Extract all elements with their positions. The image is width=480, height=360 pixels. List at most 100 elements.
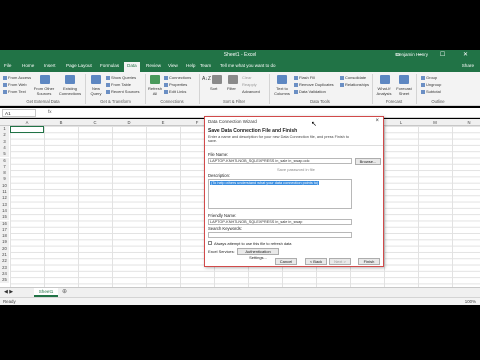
group-label-forecast: Forecast bbox=[385, 99, 403, 104]
consolidate-icon bbox=[340, 76, 344, 80]
tab-formulas[interactable]: Formulas bbox=[100, 63, 119, 68]
data-validation-button[interactable]: Data Validation bbox=[294, 89, 326, 94]
finish-button[interactable]: Finish bbox=[358, 258, 380, 265]
what-if-icon bbox=[380, 75, 390, 84]
refresh-all-button[interactable]: Refresh All bbox=[147, 86, 163, 96]
tab-help[interactable]: Help bbox=[186, 63, 195, 68]
row-header[interactable]: 25 bbox=[0, 277, 9, 284]
text-to-columns-button[interactable]: Text to Columns bbox=[272, 86, 292, 96]
tab-file[interactable]: File bbox=[4, 63, 11, 68]
from-other-sources-button[interactable]: From Other Sources bbox=[33, 86, 55, 96]
column-header[interactable]: D bbox=[112, 120, 146, 125]
clear-button[interactable]: Clear bbox=[242, 75, 252, 80]
text-to-columns-icon bbox=[277, 75, 287, 84]
tab-review[interactable]: Review bbox=[146, 63, 161, 68]
save-password-checkbox[interactable]: Save password in file bbox=[277, 167, 315, 172]
column-header[interactable]: B bbox=[44, 120, 78, 125]
filter-button[interactable]: Filter bbox=[227, 86, 236, 91]
file-name-field[interactable]: LAPTOP-KNH7LNOB_SQLEXPRESS in_sale in_sw… bbox=[208, 158, 352, 164]
subtotal-button[interactable]: Subtotal bbox=[421, 89, 441, 94]
from-text-button[interactable]: From Text bbox=[3, 89, 26, 94]
recent-icon bbox=[106, 90, 110, 94]
add-sheet-icon[interactable]: ⊕ bbox=[62, 288, 67, 295]
next-button[interactable]: Next > bbox=[329, 258, 351, 265]
flash-fill-button[interactable]: Flash Fill bbox=[294, 75, 315, 80]
links-icon bbox=[164, 90, 168, 94]
authentication-settings-button[interactable]: Authentication Settings... bbox=[237, 248, 279, 260]
relationships-button[interactable]: Relationships bbox=[340, 82, 369, 87]
zoom-level[interactable]: 100% bbox=[465, 299, 476, 304]
remove-duplicates-button[interactable]: Remove Duplicates bbox=[294, 82, 334, 87]
column-header[interactable]: E bbox=[146, 120, 180, 125]
back-button[interactable]: < Back bbox=[305, 258, 327, 265]
close-icon[interactable]: × bbox=[375, 118, 379, 124]
fx-icon[interactable]: fx bbox=[48, 109, 52, 114]
window-controls[interactable]: ▭ ─ ☐ ✕ bbox=[395, 51, 476, 58]
sheet-tab-bar: ◀ ▶ Sheet1 ⊕ bbox=[0, 287, 480, 297]
browse-button[interactable]: Browse... bbox=[355, 158, 381, 165]
reapply-button[interactable]: Reapply bbox=[242, 82, 257, 87]
name-box[interactable]: A1 bbox=[2, 109, 36, 117]
cancel-button[interactable]: Cancel bbox=[275, 258, 297, 265]
sheet-tab[interactable]: Sheet1 bbox=[34, 288, 58, 297]
group-icon bbox=[421, 76, 425, 80]
description-text: (To help others understand what your dat… bbox=[210, 181, 320, 185]
column-header[interactable]: C bbox=[78, 120, 112, 125]
description-field[interactable]: (To help others understand what your dat… bbox=[208, 179, 352, 209]
ribbon-separator bbox=[372, 74, 373, 104]
existing-connections-button[interactable]: Existing Connections bbox=[58, 86, 82, 96]
tab-insert[interactable]: Insert bbox=[44, 63, 56, 68]
from-access-button[interactable]: From Access bbox=[3, 75, 31, 80]
group-label-get-external-data: Get External Data bbox=[26, 99, 60, 104]
excel-services-label: Excel Services: bbox=[208, 249, 235, 254]
consolidate-button[interactable]: Consolidate bbox=[340, 75, 366, 80]
group-label-sort-filter: Sort & Filter bbox=[222, 99, 246, 104]
sort-az-icon[interactable]: A↓Z bbox=[202, 76, 211, 82]
file-name-label: File Name: bbox=[208, 152, 229, 157]
friendly-name-field[interactable]: LAPTOP-KNH7LNOB_SQLEXPRESS in_sale in_sw… bbox=[208, 219, 352, 225]
tab-team[interactable]: Team bbox=[200, 63, 211, 68]
edit-links-button[interactable]: Edit Links bbox=[164, 89, 186, 94]
ungroup-button[interactable]: Ungroup bbox=[421, 82, 441, 87]
always-attempt-checkbox[interactable] bbox=[208, 241, 212, 245]
filter-icon bbox=[228, 75, 238, 84]
connections-icon bbox=[164, 76, 168, 80]
new-query-button[interactable]: New Query bbox=[88, 86, 104, 96]
connections-button[interactable]: Connections bbox=[164, 75, 191, 80]
selected-cell[interactable] bbox=[10, 126, 44, 133]
tab-page-layout[interactable]: Page Layout bbox=[66, 63, 92, 68]
data-connection-wizard-dialog: Data Connection Wizard × Save Data Conne… bbox=[204, 116, 384, 267]
sort-button[interactable]: Sort bbox=[210, 86, 217, 91]
flash-fill-icon bbox=[294, 76, 298, 80]
from-web-button[interactable]: From Web bbox=[3, 82, 27, 87]
refresh-icon bbox=[150, 75, 160, 84]
share-button[interactable]: Share bbox=[462, 63, 474, 68]
always-attempt-label: Always attempt to use this file to refre… bbox=[214, 241, 292, 246]
group-button[interactable]: Group bbox=[421, 75, 437, 80]
search-keywords-field[interactable] bbox=[208, 232, 352, 238]
group-label-connections: Connections bbox=[160, 99, 184, 104]
table-icon bbox=[106, 83, 110, 87]
forecast-sheet-button[interactable]: Forecast Sheet bbox=[395, 86, 413, 96]
advanced-button[interactable]: Advanced bbox=[242, 89, 260, 94]
dialog-heading: Save Data Connection File and Finish bbox=[208, 128, 298, 134]
sort-icon bbox=[212, 75, 222, 84]
tab-home[interactable]: Home bbox=[22, 63, 34, 68]
what-if-analysis-button[interactable]: What-If Analysis bbox=[374, 86, 394, 96]
status-bar: Ready 100% bbox=[0, 297, 480, 305]
column-header[interactable]: M bbox=[418, 120, 452, 125]
column-header[interactable]: L bbox=[384, 120, 418, 125]
column-header[interactable]: N bbox=[452, 120, 480, 125]
tab-view[interactable]: View bbox=[168, 63, 178, 68]
dialog-subheading: Enter a name and description for your ne… bbox=[208, 135, 349, 144]
dialog-header: Save Data Connection File and Finish Ent… bbox=[205, 126, 383, 146]
show-queries-button[interactable]: Show Queries bbox=[106, 75, 136, 80]
tab-data[interactable]: Data bbox=[124, 62, 140, 72]
status-ready: Ready bbox=[3, 299, 16, 304]
column-header[interactable]: A bbox=[10, 120, 44, 125]
tell-me-search[interactable]: Tell me what you want to do bbox=[220, 63, 276, 68]
recent-sources-button[interactable]: Recent Sources bbox=[106, 89, 139, 94]
from-table-button[interactable]: From Table bbox=[106, 82, 131, 87]
properties-button[interactable]: Properties bbox=[164, 82, 187, 87]
sheet-nav-icon[interactable]: ◀ ▶ bbox=[4, 289, 13, 295]
